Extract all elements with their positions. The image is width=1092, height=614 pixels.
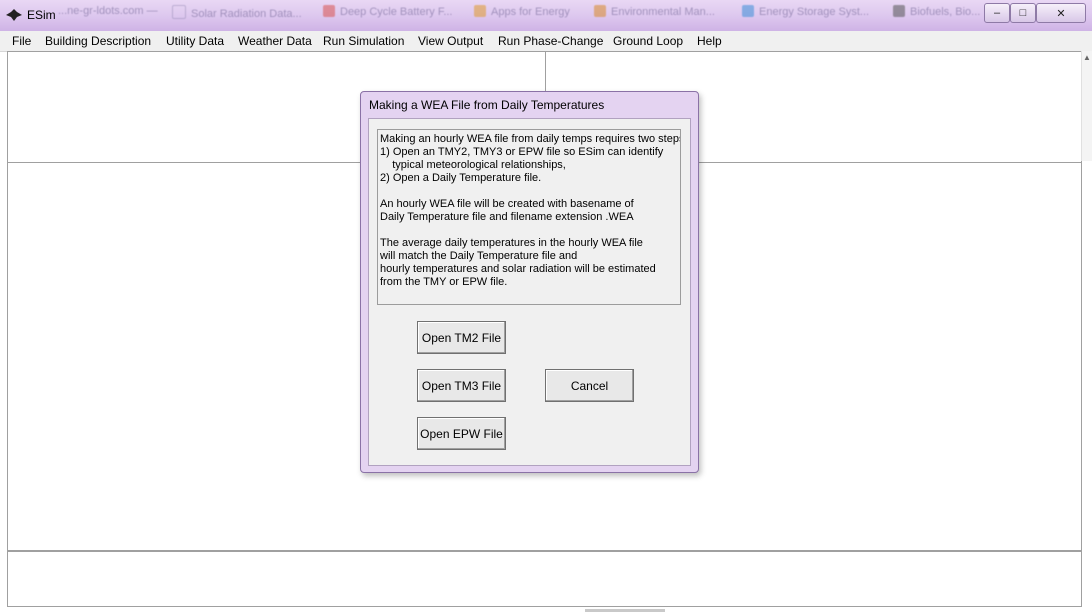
background-tab-3: Deep Cycle Battery F... [323,5,463,21]
background-tab-6: Energy Storage Syst... [742,5,882,21]
menu-ground-loop[interactable]: Ground Loop [613,34,683,48]
window-title: ESim [27,8,56,22]
resize-grip[interactable] [585,609,665,612]
background-tab-2: Solar Radiation Data... [172,5,312,21]
dialog-body: Making an hourly WEA file from daily tem… [368,118,691,466]
background-tab-5: Environmental Man... [594,5,734,21]
bottom-panel [7,551,1082,607]
menu-bar: File Building Description Utility Data W… [0,31,1092,52]
background-tab-1: ...ne-gr-ldots.com — [58,5,158,17]
wea-dialog: Making a WEA File from Daily Temperature… [360,91,699,473]
cancel-button[interactable]: Cancel [545,369,634,402]
close-button[interactable]: ✕ [1036,3,1086,23]
background-tab-4: Apps for Energy [474,5,584,21]
menu-weather-data[interactable]: Weather Data [238,34,312,48]
esim-app-icon [6,9,22,21]
open-tm3-button[interactable]: Open TM3 File [417,369,506,402]
dialog-title: Making a WEA File from Daily Temperature… [369,98,605,112]
open-epw-button[interactable]: Open EPW File [417,417,506,450]
menu-file[interactable]: File [12,34,31,48]
scroll-up-icon[interactable]: ▲ [1082,51,1092,63]
scrollbar[interactable]: ▲ [1081,51,1092,161]
minimize-button[interactable]: – [984,3,1010,23]
menu-run-simulation[interactable]: Run Simulation [323,34,404,48]
menu-utility-data[interactable]: Utility Data [166,34,224,48]
instructions-text: Making an hourly WEA file from daily tem… [377,129,681,305]
menu-view-output[interactable]: View Output [418,34,483,48]
close-icon: ✕ [1056,7,1066,20]
menu-building-description[interactable]: Building Description [45,34,151,48]
background-tab-7: Biofuels, Bio... [893,5,981,21]
maximize-icon: □ [1019,7,1027,19]
menu-help[interactable]: Help [697,34,722,48]
minimize-icon: – [993,7,1001,19]
title-bar: ESim ...ne-gr-ldots.com — Solar Radiatio… [0,0,1092,32]
maximize-button[interactable]: □ [1010,3,1036,23]
open-tm2-button[interactable]: Open TM2 File [417,321,506,354]
menu-run-phase-change[interactable]: Run Phase-Change [498,34,603,48]
